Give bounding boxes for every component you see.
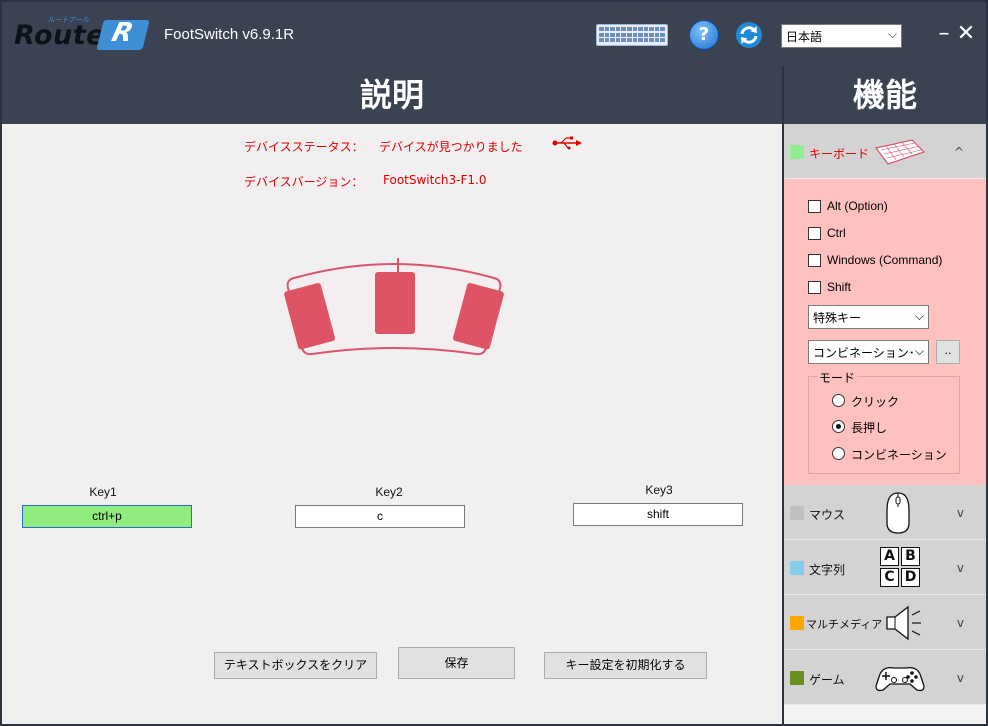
keyboard-icon (874, 139, 926, 165)
mouse-section-header[interactable]: マウス v (784, 485, 986, 540)
device-version-value: FootSwitch3-F1.0 (383, 173, 487, 187)
multimedia-section-label: マルチメディア (806, 618, 883, 631)
function-header: 機能 (784, 66, 986, 124)
keyboard-section-label: キーボード (809, 147, 870, 161)
app-window: Route ルートアール R FootSwitch v6.9.1R ? 日本語 … (0, 0, 988, 726)
usb-icon (552, 136, 582, 150)
chevron-down-icon: ⌵ (887, 27, 897, 41)
text-color-swatch (790, 561, 804, 575)
text-section-label: 文字列 (809, 563, 846, 577)
key3-input[interactable]: shift (573, 503, 743, 526)
language-select[interactable]: 日本語 ⌵ (781, 24, 902, 48)
key1-input[interactable]: ctrl+p (22, 505, 192, 528)
logo-mark: R (96, 18, 150, 50)
multimedia-color-swatch (790, 616, 804, 630)
help-icon[interactable]: ? (690, 21, 718, 49)
game-color-swatch (790, 671, 804, 685)
function-panel: キーボード ^ Alt (Option) Ctrl Windows (Comma… (784, 124, 986, 724)
abcd-icon: A B C D (880, 547, 920, 587)
combination-select[interactable]: コンビネーション･ ⌵ (808, 340, 929, 364)
speaker-icon (886, 605, 921, 641)
chevron-down-icon[interactable]: v (957, 616, 964, 630)
radio-selected-icon (832, 420, 845, 433)
footswitch-pedal-image (284, 258, 504, 356)
app-title: FootSwitch v6.9.1R (164, 26, 295, 43)
chevron-down-icon[interactable]: v (957, 506, 964, 520)
minimize-button[interactable]: – (934, 22, 954, 46)
close-button[interactable]: ✕ (956, 22, 976, 46)
refresh-icon[interactable] (735, 21, 763, 49)
chevron-up-icon[interactable]: ^ (954, 145, 964, 159)
radio-icon (832, 394, 845, 407)
chevron-down-icon: ⌵ (912, 309, 924, 324)
device-version-label: デバイスバージョン： (244, 175, 364, 189)
description-header: 説明 (2, 66, 782, 124)
keyboard-icon[interactable] (596, 24, 668, 46)
pedal-middle (375, 272, 415, 334)
multimedia-section-header[interactable]: マルチメディア v (784, 595, 986, 650)
checkbox-icon (808, 227, 821, 240)
chevron-down-icon: ⌵ (912, 344, 924, 359)
radio-icon (832, 447, 845, 460)
text-section-header[interactable]: 文字列 A B C D v (784, 540, 986, 595)
game-section-header[interactable]: ゲーム v (784, 650, 986, 705)
keyboard-color-swatch (790, 145, 804, 159)
mouse-icon (886, 492, 910, 534)
checkbox-icon (808, 200, 821, 213)
chevron-down-icon[interactable]: v (957, 561, 964, 575)
key2-label: Key2 (375, 485, 403, 499)
game-section-label: ゲーム (809, 673, 845, 687)
keyboard-settings: Alt (Option) Ctrl Windows (Command) Shif… (784, 179, 986, 485)
special-key-select[interactable]: 特殊キー ⌵ (808, 305, 929, 329)
gamepad-icon (875, 666, 925, 692)
logo-ruby: ルートアール (47, 16, 91, 24)
key3-label: Key3 (645, 483, 673, 497)
title-bar: Route ルートアール R FootSwitch v6.9.1R ? 日本語 … (2, 2, 986, 66)
device-status-value: デバイスが見つかりました (379, 140, 523, 154)
reset-key-settings-button[interactable]: キー設定を初期化する (544, 652, 707, 679)
browse-button[interactable]: .. (936, 340, 960, 364)
mode-title: モード (817, 369, 858, 386)
clear-textboxes-button[interactable]: テキストボックスをクリア (214, 652, 377, 679)
main-panel: デバイスステータス： デバイスが見つかりました デバイスバージョン： FootS… (2, 124, 782, 724)
keyboard-section-header[interactable]: キーボード ^ (784, 124, 986, 179)
checkbox-icon (808, 254, 821, 267)
checkbox-icon (808, 281, 821, 294)
chevron-down-icon[interactable]: v (957, 671, 964, 685)
key2-input[interactable]: c (295, 505, 465, 528)
mouse-color-swatch (790, 506, 804, 520)
key1-label: Key1 (89, 485, 117, 499)
save-button[interactable]: 保存 (398, 647, 515, 679)
route-r-logo: Route ルートアール R (14, 16, 154, 54)
device-status-label: デバイスステータス： (244, 140, 364, 154)
mouse-section-label: マウス (809, 508, 846, 522)
